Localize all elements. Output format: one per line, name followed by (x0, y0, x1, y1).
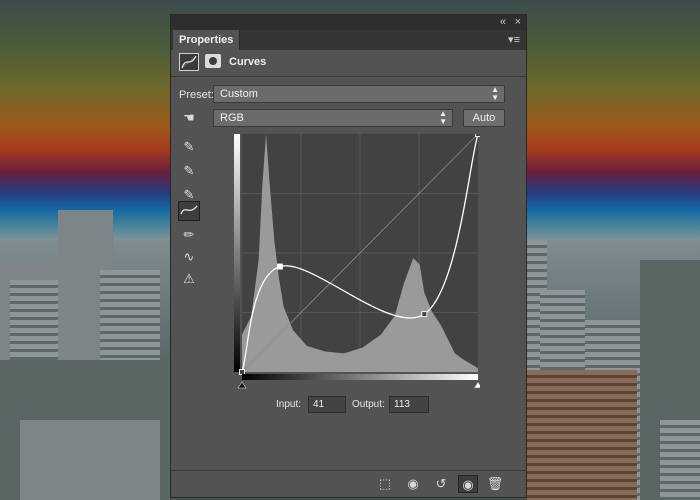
input-label: Input: (276, 399, 302, 410)
building (20, 420, 160, 500)
clipping-warning-icon[interactable]: ⚠ (178, 269, 200, 289)
panel-tab-bar: Properties ▾≡ (171, 30, 526, 50)
collapse-icon[interactable]: « (500, 16, 506, 28)
tab-properties[interactable]: Properties (173, 30, 241, 50)
curve-points-icon[interactable] (178, 201, 200, 221)
adjustment-title: Curves (229, 56, 267, 68)
curve-control-point[interactable] (421, 311, 428, 318)
input-gradient-bar (242, 374, 478, 380)
dropdown-arrow-icon: ▲ ▼ (491, 85, 499, 102)
view-previous-state-icon[interactable]: ◉ (403, 475, 423, 493)
input-field[interactable]: 41 (308, 396, 346, 413)
curve-control-point[interactable] (475, 134, 481, 137)
curve-control-point[interactable] (276, 263, 283, 270)
close-icon[interactable]: × (515, 16, 521, 28)
channel-dropdown[interactable]: RGB ▲ ▼ (213, 109, 453, 127)
panel-top-strip: « × (171, 15, 526, 30)
black-point-eyedropper-icon[interactable]: ✎ (178, 137, 200, 157)
dropdown-arrow-icon: ▲ ▼ (439, 109, 447, 126)
output-gradient-bar (234, 134, 240, 372)
gray-point-eyedropper-icon[interactable]: ✎ (178, 161, 200, 181)
building (527, 370, 637, 500)
preset-label: Preset: (179, 89, 214, 101)
black-point-slider[interactable] (237, 381, 247, 389)
reset-icon[interactable]: ↺ (431, 475, 451, 493)
curves-graph[interactable] (234, 134, 480, 390)
building (660, 420, 700, 500)
white-point-slider[interactable] (473, 381, 480, 389)
targeted-adjust-icon[interactable]: ☚ (178, 108, 200, 128)
smooth-icon[interactable]: ∿ (178, 247, 200, 267)
output-label: Output: (352, 399, 385, 410)
adjustment-header: Curves (171, 50, 526, 77)
auto-button[interactable]: Auto (463, 109, 505, 127)
curve-control-point[interactable] (239, 369, 245, 375)
output-field[interactable]: 113 (389, 396, 429, 413)
panel-bottom-bar: ⬚ ◉ ↺ ◉ 🗑 (171, 470, 526, 497)
layer-mask-icon[interactable] (205, 54, 221, 68)
preset-value: Custom (220, 88, 258, 100)
preset-dropdown[interactable]: Custom ▲ ▼ (213, 85, 505, 103)
trash-icon[interactable]: 🗑 (485, 475, 505, 493)
channel-value: RGB (220, 112, 244, 124)
curves-adjustment-icon[interactable] (179, 53, 199, 71)
pencil-icon[interactable]: ✏ (178, 225, 200, 245)
panel-menu-icon[interactable]: ▾≡ (508, 33, 520, 46)
properties-panel: « × Properties ▾≡ Curves Preset: Custom … (170, 14, 527, 498)
visibility-eye-icon[interactable]: ◉ (458, 475, 478, 493)
clip-to-layer-icon[interactable]: ⬚ (375, 475, 395, 493)
